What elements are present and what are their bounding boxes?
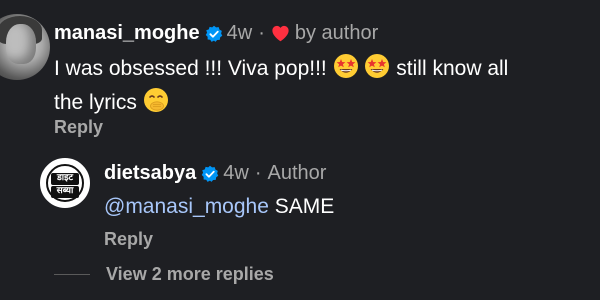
comment-item: manasi_moghe 4w · by author I was obsess… (0, 0, 600, 150)
reply-time: 4w (223, 162, 249, 184)
mention-link[interactable]: @manasi_moghe (104, 195, 269, 218)
view-more-replies-label: View 2 more replies (106, 264, 274, 284)
comment-time: 4w (226, 22, 253, 44)
verified-badge-icon (201, 165, 219, 182)
comment-meta: manasi_moghe 4w · by author (54, 22, 378, 45)
reply-button[interactable]: Reply (104, 229, 153, 250)
liked-by-author-label: by author (294, 22, 379, 44)
avatar-logo-text: डाइट (56, 173, 74, 183)
avatar-face (6, 24, 36, 64)
author-tag: Author (267, 162, 327, 184)
comment-username[interactable]: manasi_moghe (54, 22, 200, 45)
reply-username[interactable]: dietsabya (104, 162, 196, 185)
reply-text: @manasi_moghe SAME (104, 192, 334, 221)
comment-text-main: I was obsessed !!! Viva pop!!! (54, 57, 327, 80)
view-more-replies-button[interactable]: View 2 more replies (54, 264, 274, 285)
separator-dot: · (254, 162, 262, 184)
comment-text: I was obsessed !!! Viva pop!!! still kno… (54, 53, 594, 121)
separator-dot: · (258, 22, 265, 44)
reply-text-body: SAME (274, 195, 335, 218)
comment-text-rest: still know all (396, 57, 509, 80)
avatar[interactable] (0, 14, 50, 80)
avatar[interactable]: डाइट सब्या (40, 158, 90, 208)
avatar-logo-text: सब्या (56, 186, 74, 196)
star-struck-emoji-icon (364, 53, 390, 87)
verified-badge-icon (205, 25, 222, 42)
star-struck-emoji-icon (333, 53, 359, 87)
comments-section: manasi_moghe 4w · by author I was obsess… (0, 0, 600, 300)
comment-text-line2: the lyrics (54, 91, 137, 114)
reply-meta: dietsabya 4w · Author (104, 162, 326, 185)
heart-icon (272, 25, 289, 42)
face-with-hand-over-mouth-emoji-icon (143, 87, 169, 121)
thread-line (54, 274, 90, 275)
reply-button[interactable]: Reply (54, 117, 103, 138)
avatar-logo-ring: डाइट सब्या (46, 164, 84, 202)
